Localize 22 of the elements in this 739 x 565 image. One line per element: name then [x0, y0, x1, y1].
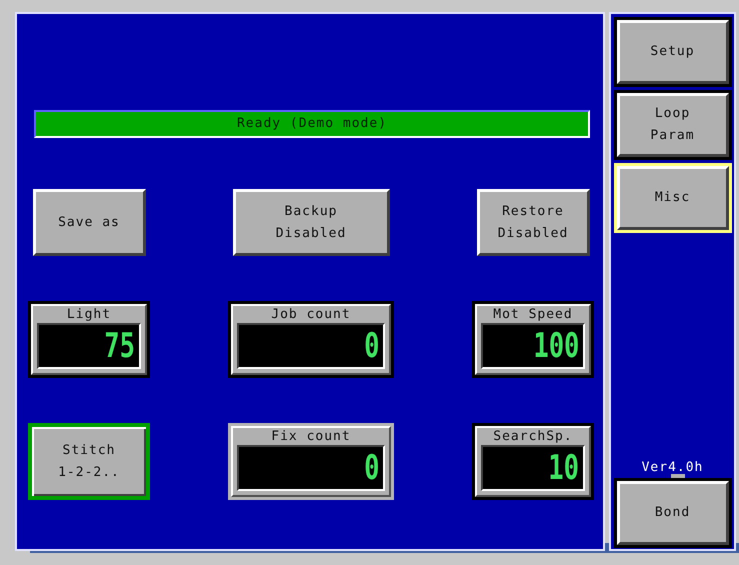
status-bar: Ready (Demo mode) — [34, 110, 590, 138]
display-value: 10 — [548, 448, 579, 488]
display-value: 75 — [104, 326, 135, 366]
action-button[interactable]: Save as — [32, 189, 146, 256]
action-button[interactable]: Restore Disabled — [476, 189, 590, 256]
display-value: 0 — [364, 326, 379, 366]
display-value: 100 — [532, 326, 579, 366]
stitch-button[interactable]: Stitch 1-2-2.. — [28, 423, 150, 500]
indicator-mark — [670, 474, 684, 478]
display-label: Light — [66, 306, 112, 323]
counter-display[interactable]: Mot Speed 100 — [472, 301, 594, 378]
display-label: Mot Speed — [492, 306, 574, 323]
display-label: Job count — [270, 306, 352, 323]
display-label: SearchSp. — [492, 428, 574, 445]
display-value: 0 — [364, 448, 379, 488]
action-button[interactable]: Backup Disabled — [232, 189, 390, 256]
display-label: Fix count — [270, 428, 352, 445]
counter-display[interactable]: Job count 0 — [228, 301, 394, 378]
counter-display[interactable]: Light 75 — [28, 301, 150, 378]
counter-display[interactable]: Fix count 0 — [228, 423, 394, 500]
counter-display[interactable]: SearchSp. 10 — [472, 423, 594, 500]
version-label: Ver4.0h — [642, 460, 704, 475]
